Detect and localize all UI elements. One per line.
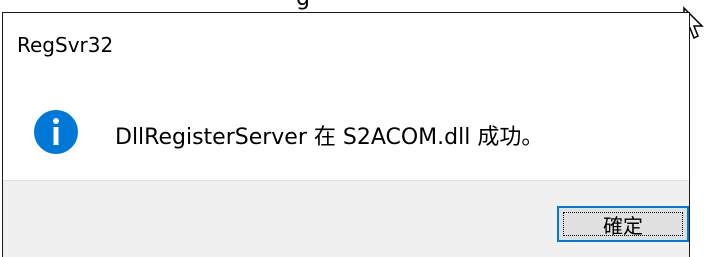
dialog-message: DllRegisterServer 在 S2ACOM.dll 成功。 bbox=[115, 125, 544, 150]
screen: g RegSvr32 DllRegisterServer 在 S2ACOM.dl… bbox=[0, 0, 704, 257]
parent-window-title-fragment: g bbox=[296, 0, 310, 11]
dialog-button-bar: 確定 bbox=[3, 180, 689, 257]
dialog-title: RegSvr32 bbox=[17, 33, 114, 57]
ok-button-label: 確定 bbox=[603, 213, 643, 238]
message-box-dialog: RegSvr32 DllRegisterServer 在 S2ACOM.dll … bbox=[2, 12, 690, 257]
dialog-content: DllRegisterServer 在 S2ACOM.dll 成功。 bbox=[3, 73, 689, 181]
ok-button[interactable]: 確定 bbox=[557, 206, 689, 242]
info-icon bbox=[34, 110, 78, 154]
